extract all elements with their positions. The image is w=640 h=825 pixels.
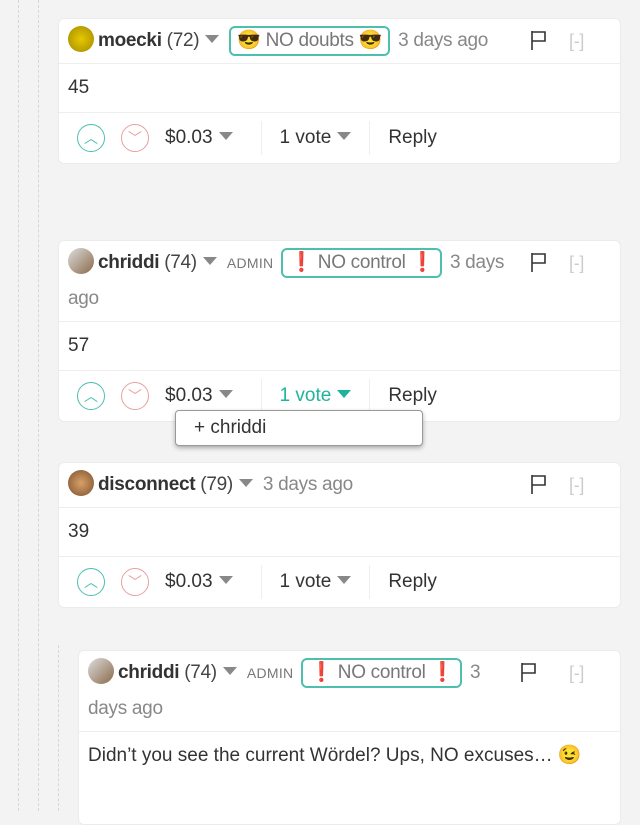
- reputation: (79): [200, 474, 233, 495]
- reputation: (74): [184, 662, 217, 683]
- comment-card: disconnect (79) 3 days ago [-] 39 ︿ ﹀ $0.0…: [58, 462, 621, 608]
- collapse-button[interactable]: [-]: [569, 467, 584, 503]
- comment-header: moecki (72) 😎 NO doubts 😎 3 days ago [-]: [59, 19, 620, 64]
- collapse-button[interactable]: [-]: [569, 655, 584, 691]
- author-name[interactable]: chriddi: [98, 252, 160, 273]
- chevron-down-icon[interactable]: [205, 35, 220, 43]
- downvote-button[interactable]: ﹀: [121, 124, 149, 152]
- reply-button[interactable]: Reply: [388, 385, 437, 407]
- votes-dropdown[interactable]: 1 vote: [280, 385, 352, 407]
- comment-card: chriddi (74) ADMIN ❗ NO control ❗ 3 days ag…: [58, 240, 621, 422]
- votes-dropdown[interactable]: 1 vote: [280, 127, 352, 149]
- reply-button[interactable]: Reply: [388, 571, 437, 593]
- chevron-down-icon[interactable]: [202, 257, 217, 265]
- upvote-button[interactable]: ︿: [77, 382, 105, 410]
- collapse-button[interactable]: [-]: [569, 245, 584, 281]
- flag-icon[interactable]: [529, 251, 549, 273]
- comment-card: moecki (72) 😎 NO doubts 😎 3 days ago [-] 4…: [58, 18, 621, 164]
- user-badge: ❗ NO control ❗: [301, 658, 462, 688]
- timestamp[interactable]: 3 days ago: [263, 474, 353, 495]
- avatar[interactable]: [88, 658, 114, 684]
- comment-footer: ︿ ﹀ $0.03 1 vote Reply: [59, 557, 620, 607]
- payout[interactable]: $0.03: [165, 571, 243, 593]
- author-name[interactable]: chriddi: [118, 662, 180, 683]
- upvote-button[interactable]: ︿: [77, 568, 105, 596]
- comment-body: 45: [59, 64, 620, 113]
- user-badge: ❗ NO control ❗: [281, 248, 442, 278]
- author-name[interactable]: moecki: [98, 30, 162, 51]
- admin-label: ADMIN: [246, 665, 294, 681]
- comment-body: 39: [59, 508, 620, 557]
- payout-value: $0.03: [165, 571, 213, 592]
- voter-item[interactable]: + chriddi: [194, 417, 266, 438]
- payout[interactable]: $0.03: [165, 385, 243, 407]
- author-name[interactable]: disconnect: [98, 474, 196, 495]
- downvote-button[interactable]: ﹀: [121, 568, 149, 596]
- reputation: (72): [166, 30, 200, 51]
- chevron-down-icon[interactable]: [337, 132, 352, 140]
- divider: [260, 379, 262, 413]
- chevron-down-icon[interactable]: [238, 479, 253, 487]
- avatar[interactable]: [68, 470, 94, 496]
- divider: [369, 121, 371, 155]
- timestamp[interactable]: 3 days ago: [398, 30, 488, 51]
- comment-footer: ︿ ﹀ $0.03 1 vote Reply: [59, 113, 620, 163]
- votes-dropdown[interactable]: 1 vote: [280, 571, 352, 593]
- payout-value: $0.03: [165, 385, 213, 406]
- comment-body: Didn’t you see the current Wördel? Ups, …: [88, 745, 582, 766]
- divider: [260, 121, 262, 155]
- chevron-down-icon[interactable]: [222, 667, 237, 675]
- comment-header: chriddi (74) ADMIN ❗ NO control ❗ 3 days ag…: [79, 651, 620, 732]
- chevron-down-icon[interactable]: [218, 390, 233, 398]
- admin-label: ADMIN: [226, 255, 274, 271]
- divider: [369, 379, 371, 413]
- payout[interactable]: $0.03: [165, 127, 243, 149]
- flag-icon[interactable]: [529, 473, 549, 495]
- thread-line: [58, 645, 59, 811]
- avatar[interactable]: [68, 26, 94, 52]
- divider: [260, 565, 262, 599]
- comment-card: chriddi (74) ADMIN ❗ NO control ❗ 3 days ag…: [78, 650, 621, 825]
- chevron-down-icon[interactable]: [218, 576, 233, 584]
- user-badge: 😎 NO doubts 😎: [229, 26, 391, 56]
- comment-header: chriddi (74) ADMIN ❗ NO control ❗ 3 days ag…: [59, 241, 620, 322]
- comment-header: disconnect (79) 3 days ago [-]: [59, 463, 620, 508]
- voters-popup: + chriddi: [175, 410, 423, 446]
- chevron-down-icon[interactable]: [337, 390, 352, 398]
- chevron-down-icon[interactable]: [218, 132, 233, 140]
- votes-count: 1 vote: [279, 385, 332, 406]
- collapse-button[interactable]: [-]: [569, 23, 584, 59]
- votes-count: 1 vote: [279, 571, 332, 592]
- upvote-button[interactable]: ︿: [77, 124, 105, 152]
- thread-line: [38, 0, 39, 811]
- flag-icon[interactable]: [519, 661, 539, 683]
- flag-icon[interactable]: [529, 29, 549, 51]
- payout-value: $0.03: [165, 127, 213, 148]
- reply-button[interactable]: Reply: [388, 127, 437, 149]
- downvote-button[interactable]: ﹀: [121, 382, 149, 410]
- thread-line: [18, 0, 19, 811]
- avatar[interactable]: [68, 248, 94, 274]
- chevron-down-icon[interactable]: [337, 576, 352, 584]
- divider: [369, 565, 371, 599]
- reputation: (74): [164, 252, 197, 273]
- votes-count: 1 vote: [279, 127, 332, 148]
- comment-body: 57: [59, 322, 620, 371]
